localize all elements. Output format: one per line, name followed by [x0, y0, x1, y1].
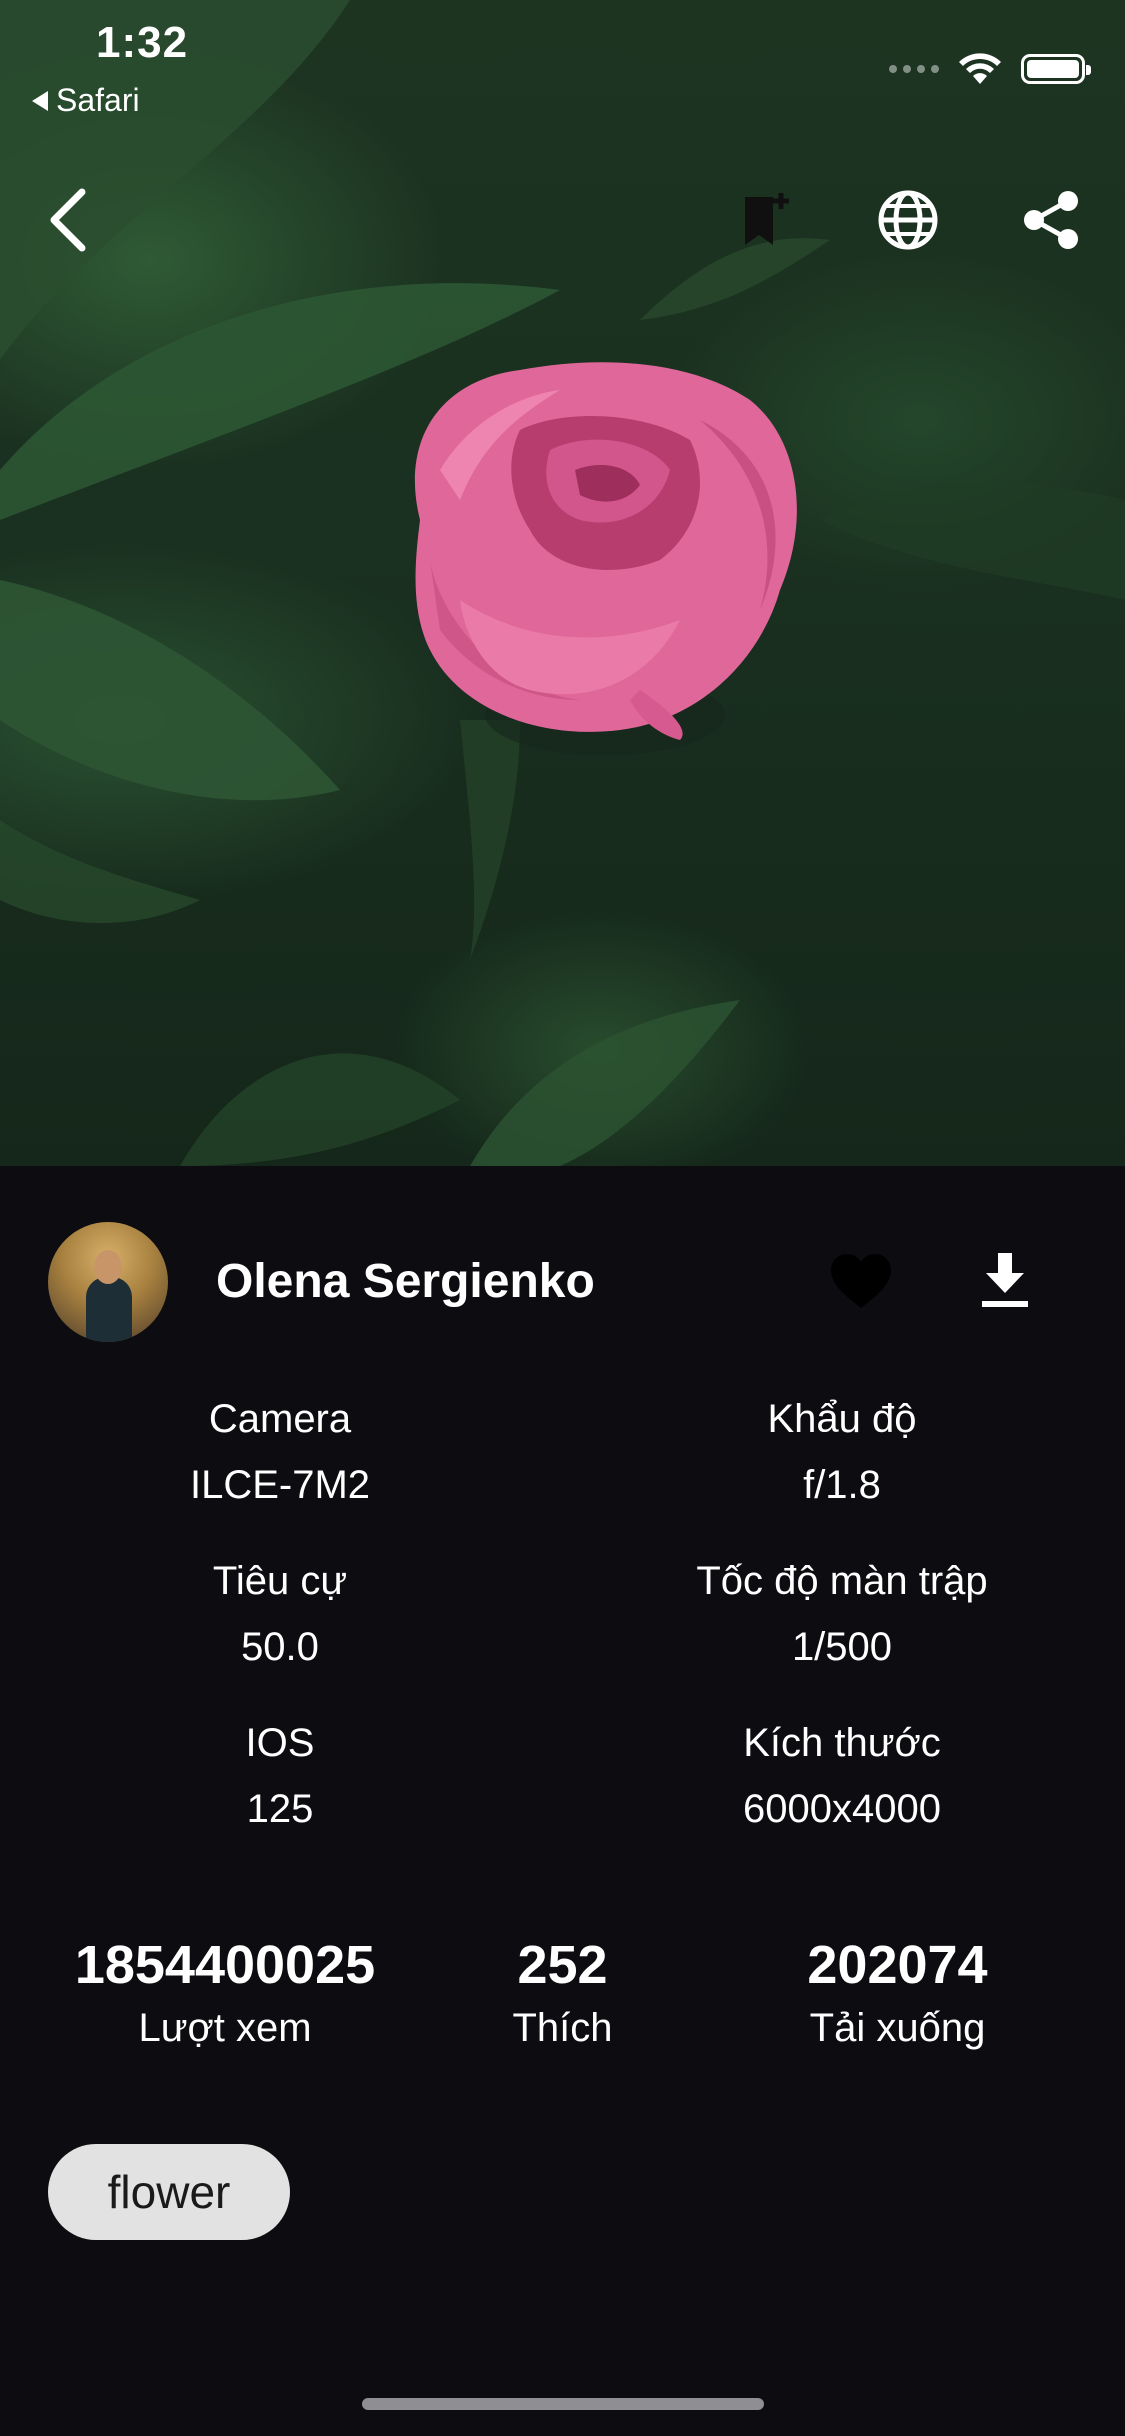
exif-label: Camera: [208, 1397, 352, 1441]
photo-view[interactable]: 1:32 Safari: [0, 0, 1125, 1166]
views-count: 1854400025: [74, 1935, 376, 1995]
return-to-safari[interactable]: Safari: [32, 82, 140, 119]
author-name[interactable]: Olena Sergienko: [216, 1254, 595, 1309]
share-button[interactable]: [1012, 180, 1092, 260]
downloads-label: Tải xuống: [809, 2006, 986, 2050]
exif-label: Tiêu cự: [212, 1559, 348, 1603]
exif-shutter-speed: Tốc độ màn trập 1/500: [632, 1548, 1052, 1680]
bookmark-add-button[interactable]: [726, 180, 806, 260]
back-triangle-icon: [32, 90, 48, 111]
exif-focal-length: Tiêu cự 50.0: [70, 1548, 490, 1680]
chevron-left-icon: [50, 188, 86, 252]
exif-label: Tốc độ màn trập: [696, 1559, 988, 1603]
exif-camera: Camera ILCE-7M2: [70, 1386, 490, 1518]
author-avatar[interactable]: [48, 1222, 168, 1342]
likes-count: 252: [517, 1935, 608, 1995]
heart-icon: [831, 1254, 891, 1308]
exif-iso: IOS 125: [70, 1710, 490, 1842]
stat-views: 1854400025 Lượt xem: [40, 1930, 410, 2056]
views-label: Lượt xem: [138, 2006, 312, 2050]
tag-chip-flower[interactable]: flower: [48, 2144, 290, 2240]
cellular-dots-icon: [889, 65, 939, 73]
exif-label: Kích thước: [743, 1721, 941, 1765]
peony-photo: [0, 0, 1125, 1166]
back-button[interactable]: [28, 180, 108, 260]
exif-value: 1/500: [791, 1625, 893, 1669]
exif-value: 50.0: [241, 1625, 319, 1669]
exif-label: IOS: [245, 1721, 315, 1765]
wifi-icon: [959, 53, 1001, 84]
battery-icon: [1021, 54, 1091, 84]
exif-value: f/1.8: [803, 1463, 881, 1507]
return-app-label: Safari: [56, 82, 140, 118]
exif-label: Khẩu độ: [767, 1397, 917, 1441]
stat-likes: 252 Thích: [440, 1930, 685, 2056]
download-icon: [982, 1253, 1028, 1307]
exif-value: ILCE-7M2: [189, 1463, 371, 1507]
like-button[interactable]: [826, 1246, 896, 1316]
exif-aperture: Khẩu độ f/1.8: [632, 1386, 1052, 1518]
exif-value: 6000x4000: [743, 1787, 941, 1831]
downloads-count: 202074: [807, 1935, 988, 1995]
exif-value: 125: [246, 1787, 314, 1831]
photo-info-panel: Olena Sergienko Camera ILCE-7M2 Khẩu độ …: [0, 1166, 1125, 2436]
likes-label: Thích: [512, 2006, 613, 2050]
status-time: 1:32: [96, 18, 189, 67]
share-icon: [1024, 191, 1078, 249]
exif-dimensions: Kích thước 6000x4000: [632, 1710, 1052, 1842]
home-indicator[interactable]: [362, 2398, 764, 2410]
status-indicators: [889, 52, 1091, 86]
stat-downloads: 202074 Tải xuống: [720, 1930, 1075, 2056]
globe-icon: [878, 190, 938, 250]
open-in-browser-button[interactable]: [868, 180, 948, 260]
bookmark-add-icon: [745, 193, 789, 245]
download-button[interactable]: [972, 1244, 1038, 1316]
